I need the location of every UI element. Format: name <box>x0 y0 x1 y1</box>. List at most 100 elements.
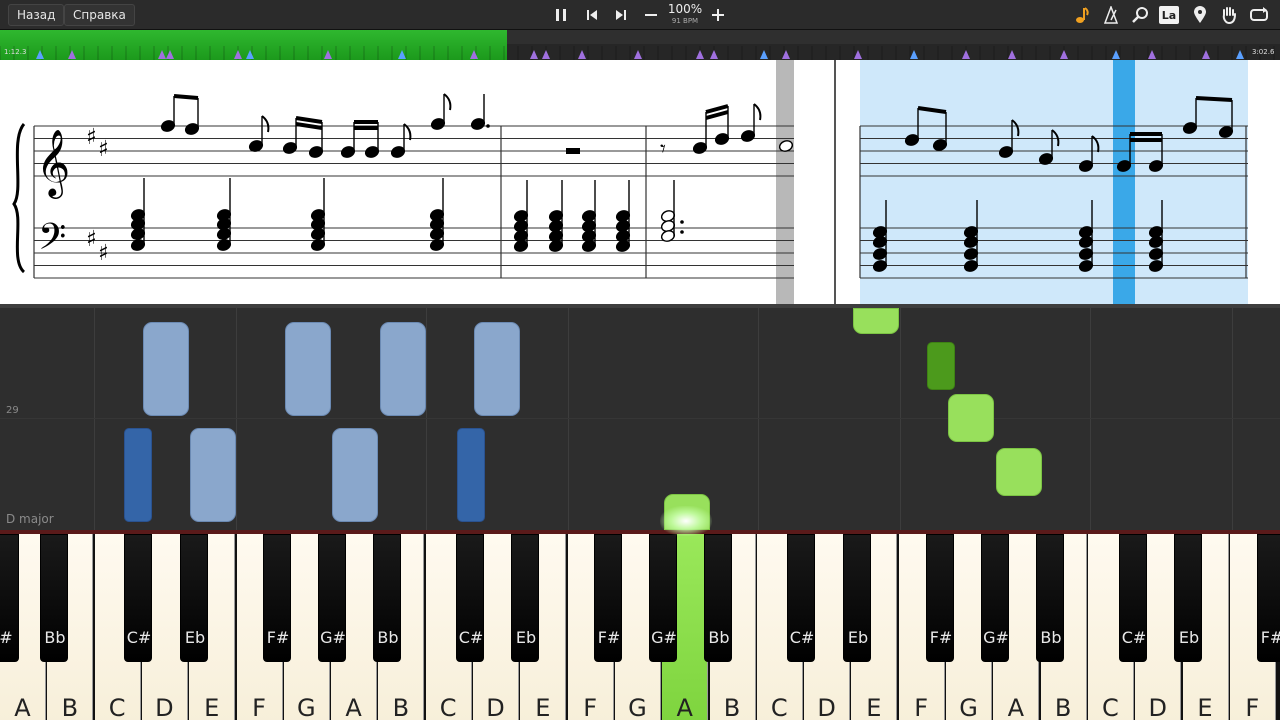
timeline-bar[interactable]: 1:12.3 3:02.6 <box>0 30 1280 60</box>
timeline-marker <box>234 50 242 59</box>
timeline-marker <box>530 50 538 59</box>
black-key-c-sharp[interactable]: C# <box>1119 534 1147 662</box>
timeline-marker <box>578 50 586 59</box>
skip-back-icon[interactable] <box>581 5 603 25</box>
key-sharp-icon: ♯ <box>86 125 97 150</box>
black-key-g-sharp[interactable]: G# <box>649 534 677 662</box>
back-button[interactable]: Назад <box>8 4 65 26</box>
timeline-marker <box>1202 50 1210 59</box>
falling-note <box>143 322 189 416</box>
page-edge <box>834 60 836 304</box>
falling-notes-area: 29 D major <box>0 304 1280 530</box>
half-rest-icon <box>566 148 580 154</box>
sheet-music[interactable]: 𝄞 𝄢 ♯ ♯ ♯ ♯ 𝄾 <box>0 60 1280 304</box>
black-key-eb[interactable]: Eb <box>1174 534 1202 662</box>
key-label: F# <box>929 628 953 647</box>
note-icon[interactable] <box>1071 5 1093 25</box>
note-flag <box>443 93 452 111</box>
key-label: Bb <box>44 628 66 647</box>
key-label: B <box>61 694 79 720</box>
timeline-marker <box>962 50 970 59</box>
key-label: A <box>14 694 31 720</box>
location-pin-icon[interactable] <box>1189 5 1211 25</box>
falling-note <box>927 342 955 390</box>
plus-icon[interactable] <box>707 5 729 25</box>
skip-forward-icon[interactable] <box>610 5 632 25</box>
falling-note <box>380 322 426 416</box>
octave-number: 29 <box>6 405 19 416</box>
falling-note <box>124 428 152 522</box>
key-label: C# <box>458 628 484 647</box>
beat-line <box>900 308 901 530</box>
timeline-marker <box>542 50 550 59</box>
key-label: F <box>1245 694 1260 720</box>
black-key-f-sharp[interactable]: F# <box>1257 534 1280 662</box>
key-label: Eb <box>1178 628 1200 647</box>
black-key-c-sharp[interactable]: C# <box>124 534 152 662</box>
grand-staff-brace <box>12 123 26 274</box>
black-key-g-sharp[interactable]: G# <box>981 534 1009 662</box>
key-label: Eb <box>515 628 537 647</box>
metronome-icon[interactable] <box>1100 5 1122 25</box>
key-label: F <box>914 694 929 720</box>
black-key-c-sharp[interactable]: C# <box>787 534 815 662</box>
black-key-eb[interactable]: Eb <box>843 534 871 662</box>
key-label: C# <box>1121 628 1147 647</box>
pause-icon[interactable] <box>550 5 572 25</box>
black-key-f-sharp[interactable]: F# <box>926 534 954 662</box>
note-beam <box>295 116 323 124</box>
key-label: C <box>1102 694 1119 720</box>
timeline-marker <box>1008 50 1016 59</box>
hand-icon[interactable] <box>1218 5 1240 25</box>
key-label: C <box>439 694 457 720</box>
key-sharp-icon: ♯ <box>98 241 109 266</box>
key-label: F# <box>266 628 290 647</box>
page-gap <box>794 60 836 304</box>
loop-icon[interactable] <box>1248 5 1270 25</box>
timeline-marker <box>854 50 862 59</box>
search-icon[interactable] <box>1129 5 1151 25</box>
black-key-f-sharp[interactable]: F# <box>594 534 622 662</box>
falling-note <box>332 428 378 522</box>
key-sharp-icon: ♯ <box>86 227 97 252</box>
dot <box>486 124 490 128</box>
note-beam <box>295 122 323 130</box>
timeline-marker <box>68 50 76 59</box>
black-key-bb[interactable]: Bb <box>1036 534 1064 662</box>
timeline-marker <box>710 50 718 59</box>
black-key-f-sharp[interactable]: F# <box>263 534 291 662</box>
note-beam <box>173 94 199 100</box>
la-icon[interactable]: La <box>1159 6 1179 24</box>
timeline-marker <box>470 50 478 59</box>
key-label: D <box>817 694 836 720</box>
black-key-c-sharp[interactable]: C# <box>456 534 484 662</box>
key-label: G <box>296 694 316 720</box>
minus-icon[interactable] <box>640 5 662 25</box>
key-label: G# <box>651 628 677 647</box>
timeline-marker <box>1148 50 1156 59</box>
black-key-eb[interactable]: Eb <box>180 534 208 662</box>
measure-line <box>426 308 427 530</box>
timeline-marker <box>782 50 790 59</box>
black-key-g-sharp[interactable]: G# <box>318 534 346 662</box>
help-button[interactable]: Справка <box>64 4 135 26</box>
black-key--sharp[interactable]: # <box>0 534 19 662</box>
key-label: G <box>959 694 978 720</box>
key-label: G <box>628 694 647 720</box>
key-sharp-icon: ♯ <box>98 137 109 162</box>
black-key-bb[interactable]: Bb <box>704 534 732 662</box>
black-key-bb[interactable]: Bb <box>40 534 68 662</box>
falling-note <box>285 322 331 416</box>
note-flag <box>261 115 270 133</box>
falling-note <box>996 448 1042 496</box>
key-label: A <box>1007 694 1024 720</box>
synthesia-window: Назад Справка 100% 91 BPM La 1:12.3 3:02… <box>0 0 1280 720</box>
black-key-bb[interactable]: Bb <box>373 534 401 662</box>
dot <box>680 230 684 234</box>
piano-keyboard[interactable]: A B C D E F G A B C D E F G A B C D E F G A B C D E F # Bb C# Eb F# G# Bb… <box>0 530 1280 720</box>
key-label: D <box>1148 694 1167 720</box>
black-key-eb[interactable]: Eb <box>511 534 539 662</box>
key-label: E <box>535 694 551 720</box>
key-label: E <box>204 694 220 720</box>
total-time: 3:02.6 <box>1252 48 1275 56</box>
